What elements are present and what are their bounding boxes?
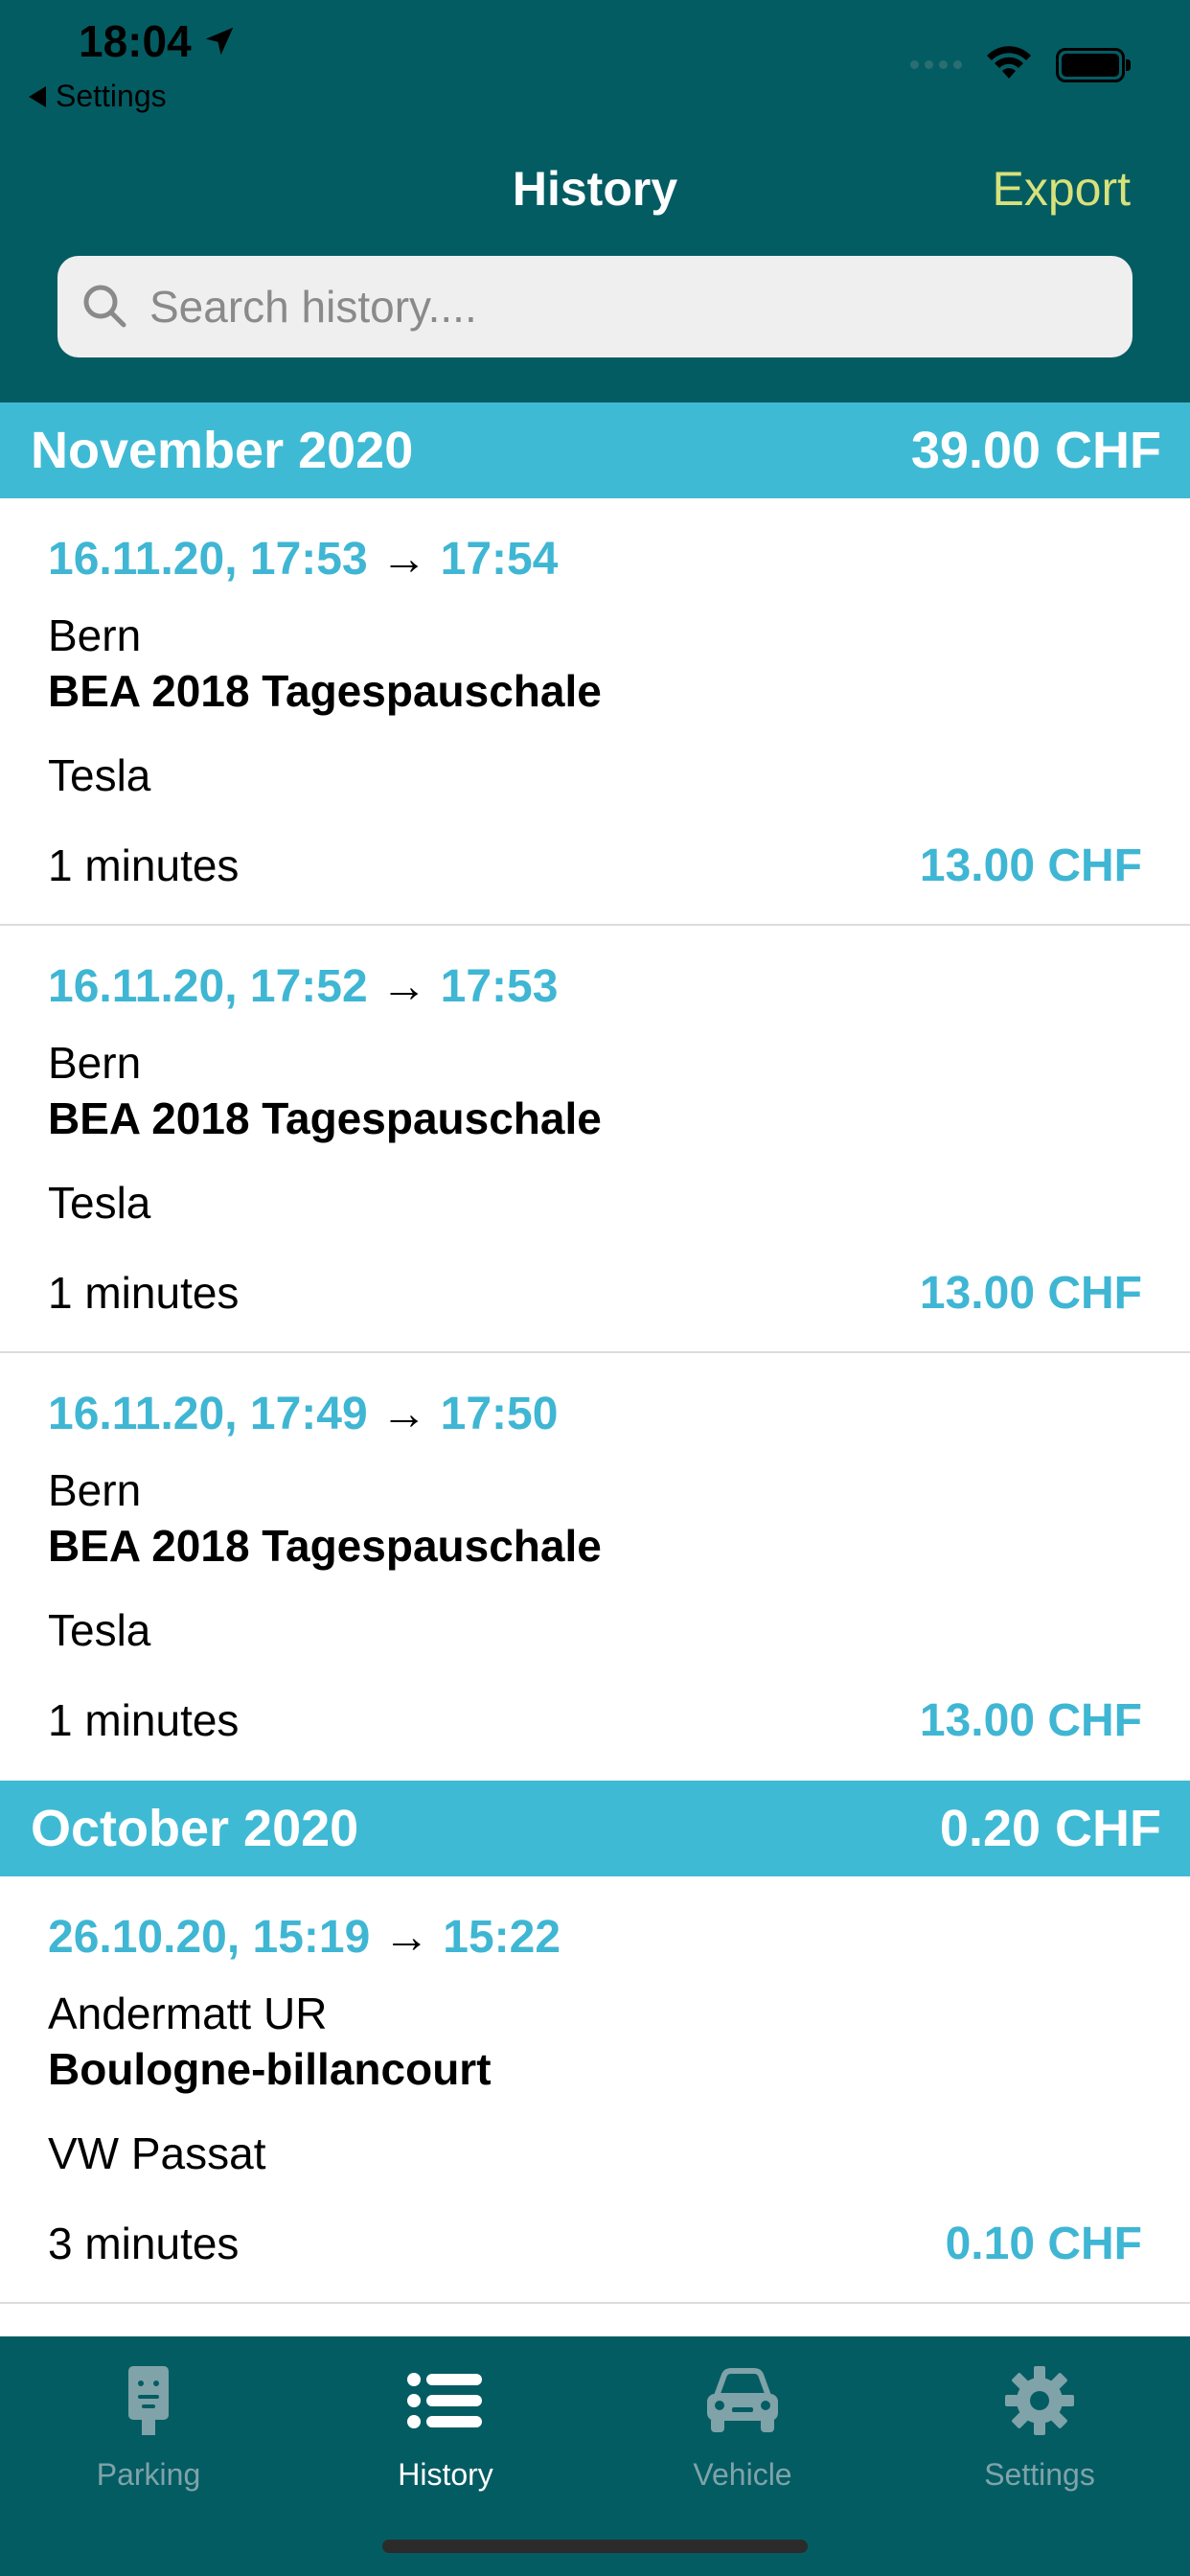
- section-total: 39.00 CHF: [910, 422, 1161, 479]
- arrow-right-icon: →: [380, 961, 427, 1012]
- entry-vehicle: Tesla: [48, 1605, 151, 1655]
- entry-time-range: 16.11.20, 17:53 → 17:54: [48, 533, 558, 586]
- search-bar[interactable]: [57, 256, 1133, 357]
- entry-duration: 1 minutes: [48, 1268, 240, 1318]
- clock: 18:04: [79, 16, 192, 66]
- back-link-label: Settings: [56, 79, 167, 113]
- entry-start: 16.11.20, 17:49: [48, 1389, 368, 1439]
- export-button[interactable]: Export: [992, 161, 1131, 217]
- entry-tariff: BEA 2018 Tagespauschale: [48, 666, 602, 716]
- list-icon: [297, 2358, 594, 2444]
- tab-label: Parking: [96, 2457, 201, 2492]
- battery-icon: [1056, 47, 1131, 82]
- nav-header: 18:04 Settings History Export: [0, 0, 1190, 402]
- entry-time-range: 16.11.20, 17:52 → 17:53: [48, 960, 558, 1013]
- entry-end: 17:54: [440, 534, 559, 585]
- entry-start: 16.11.20, 17:52: [48, 961, 368, 1012]
- entry-city: Bern: [48, 1038, 142, 1088]
- section-month: November 2020: [31, 422, 414, 479]
- arrow-right-icon: →: [383, 1912, 430, 1963]
- entry-price: 0.10 CHF: [945, 2219, 1142, 2269]
- tab-label: Settings: [984, 2457, 1095, 2492]
- tab-label: History: [398, 2457, 493, 2492]
- location-arrow-icon: [205, 27, 233, 56]
- entry-tariff: BEA 2018 Tagespauschale: [48, 1093, 602, 1143]
- entry-vehicle: Tesla: [48, 1178, 151, 1228]
- section-header-november: November 2020 39.00 CHF: [0, 402, 1190, 498]
- entry-duration: 1 minutes: [48, 840, 240, 890]
- entry-city: Andermatt UR: [48, 1989, 328, 2038]
- entry-city: Bern: [48, 1465, 142, 1515]
- back-triangle-icon: [29, 85, 46, 107]
- entry-time-range: 16.11.20, 17:49 → 17:50: [48, 1388, 558, 1440]
- tab-history[interactable]: History: [297, 2358, 594, 2493]
- gear-icon: [891, 2358, 1188, 2444]
- tab-parking[interactable]: Parking: [0, 2358, 297, 2493]
- entry-price: 13.00 CHF: [919, 1268, 1142, 1319]
- parking-meter-icon: [0, 2358, 297, 2444]
- entry-start: 26.10.20, 15:19: [48, 1912, 371, 1963]
- entry-end: 17:50: [440, 1389, 559, 1439]
- home-indicator[interactable]: [382, 2540, 808, 2553]
- entry-duration: 1 minutes: [48, 1695, 240, 1745]
- tab-label: Vehicle: [693, 2457, 792, 2492]
- search-input[interactable]: [149, 281, 1088, 333]
- entry-price: 13.00 CHF: [919, 840, 1142, 891]
- entry-city: Bern: [48, 610, 142, 660]
- entry-tariff: BEA 2018 Tagespauschale: [48, 1521, 602, 1571]
- entry-end: 15:22: [443, 1912, 561, 1963]
- entry-start: 16.11.20, 17:53: [48, 534, 368, 585]
- entry-vehicle: Tesla: [48, 750, 151, 800]
- history-list[interactable]: November 2020 39.00 CHF 16.11.20, 17:53 …: [0, 402, 1190, 2336]
- tab-vehicle[interactable]: Vehicle: [594, 2358, 891, 2493]
- history-entry[interactable]: 16.11.20, 17:52 → 17:53 Bern BEA 2018 Ta…: [0, 926, 1190, 1353]
- arrow-right-icon: →: [380, 534, 427, 585]
- entry-price: 13.00 CHF: [919, 1695, 1142, 1746]
- status-bar-indicators: [910, 44, 1131, 85]
- cellular-signal-icon: [910, 60, 962, 69]
- car-icon: [594, 2358, 891, 2444]
- history-entry[interactable]: 26.10.20, 15:19 → 15:22 Andermatt UR Bou…: [0, 1876, 1190, 2304]
- section-month: October 2020: [31, 1800, 359, 1857]
- entry-tariff: Boulogne-billancourt: [48, 2044, 492, 2094]
- entry-vehicle: VW Passat: [48, 2128, 266, 2178]
- entry-time-range: 26.10.20, 15:19 → 15:22: [48, 1911, 561, 1964]
- wifi-icon: [985, 44, 1033, 85]
- status-bar-time: 18:04: [79, 15, 238, 67]
- search-icon: [83, 285, 126, 328]
- arrow-right-icon: →: [380, 1389, 427, 1439]
- section-header-october: October 2020 0.20 CHF: [0, 1781, 1190, 1876]
- section-total: 0.20 CHF: [939, 1800, 1161, 1857]
- back-to-settings-link[interactable]: Settings: [29, 79, 167, 114]
- entry-end: 17:53: [440, 961, 559, 1012]
- history-entry[interactable]: 16.11.20, 17:53 → 17:54 Bern BEA 2018 Ta…: [0, 498, 1190, 926]
- entry-duration: 3 minutes: [48, 2219, 240, 2268]
- history-entry[interactable]: 16.11.20, 17:49 → 17:50 Bern BEA 2018 Ta…: [0, 1353, 1190, 1781]
- tab-settings[interactable]: Settings: [891, 2358, 1188, 2493]
